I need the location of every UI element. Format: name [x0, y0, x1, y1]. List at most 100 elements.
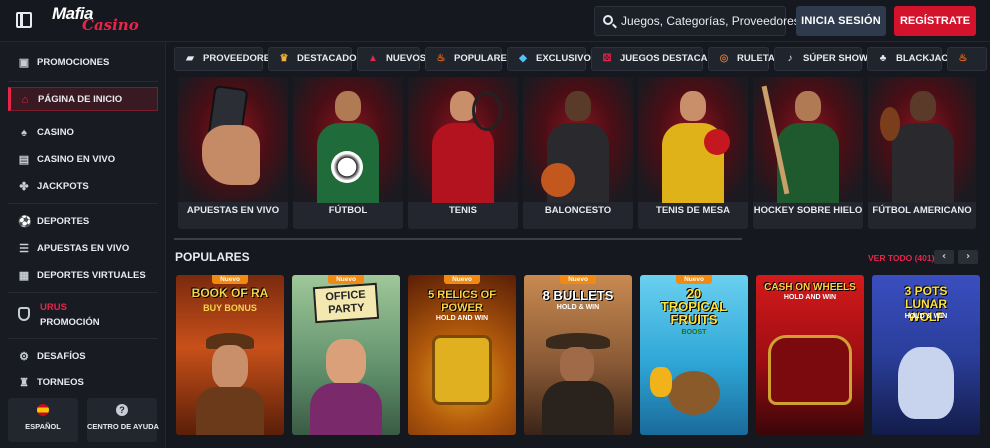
- american-football-icon: [880, 107, 900, 141]
- new-badge: Nuevo: [444, 275, 480, 284]
- sport-tile-apuestas-en-vivo[interactable]: APUESTAS EN VIVO: [178, 77, 288, 229]
- view-all-link[interactable]: VER TODO (401): [868, 253, 934, 263]
- sidebar-item-label: TORNEOS: [37, 377, 84, 388]
- category-exclusivos[interactable]: ◆ EXCLUSIVOS: [507, 47, 597, 71]
- help-label: CENTRO DE AYUDA: [87, 422, 159, 431]
- sidebar-item-label: DESAFÍOS: [37, 351, 86, 362]
- search-placeholder: Juegos, Categorías, Proveedores: [621, 14, 800, 28]
- sidebar-item-jackpots[interactable]: ✤ JACKPOTS: [8, 175, 158, 199]
- pineapple-icon: [650, 367, 672, 397]
- sidebar-item-torneos[interactable]: ♜ TORNEOS: [8, 371, 158, 395]
- sidebar-item-promociones[interactable]: ▣ PROMOCIONES: [8, 51, 158, 75]
- sidebar-item-urus-promocion[interactable]: URUS PROMOCIÓN: [8, 297, 158, 335]
- category-label: PROVEEDORES: [203, 53, 277, 64]
- game-subtitle: HOLD & WIN: [904, 313, 948, 320]
- game-card-20-tropical-fruits[interactable]: Nuevo 20 TROPICAL FRUITS BOOST: [640, 275, 748, 435]
- category-proveedores[interactable]: ▰ PROVEEDORES: [174, 47, 276, 71]
- dice-icon: ⚄: [602, 53, 612, 64]
- sidebar-item-home[interactable]: ⌂ PÁGINA DE INICIO: [8, 87, 158, 111]
- sport-tile-futbol-americano[interactable]: FÚTBOL AMERICANO: [868, 77, 976, 229]
- game-title: 20 TROPICAL FRUITS: [660, 286, 728, 327]
- game-subtitle: BUY BONUS: [203, 303, 257, 313]
- player-head-icon: [680, 91, 706, 121]
- ping-pong-paddle-icon: [704, 129, 730, 155]
- sidebar-item-label: CASINO EN VIVO: [37, 154, 116, 165]
- providers-icon: ▰: [186, 53, 194, 64]
- coconut-icon: [668, 371, 720, 415]
- sidebar-item-label: APUESTAS EN VIVO: [37, 243, 130, 254]
- sport-tile-futbol[interactable]: FÚTBOL: [293, 77, 403, 229]
- category-nuevos[interactable]: ▲ NUEVOS: [357, 47, 426, 71]
- soccer-ball-icon: ⚽: [18, 216, 32, 228]
- sidebar-item-deportes-virtuales[interactable]: ▦ DEPORTES VIRTUALES: [8, 264, 158, 288]
- game-card-5-relics-of-power[interactable]: Nuevo 5 RELICS OF POWER HOLD AND WIN: [408, 275, 516, 435]
- game-card-8-bullets[interactable]: Nuevo 8 BULLETS HOLD & WIN: [524, 275, 632, 435]
- game-title: 5 RELICS OF POWER: [428, 289, 496, 314]
- game-title: BOOK OF RA: [191, 286, 269, 300]
- search-input[interactable]: Juegos, Categorías, Proveedores: [594, 6, 800, 36]
- lamborghini-icon: [18, 307, 30, 321]
- sidebar-item-casino[interactable]: ♠ CASINO: [8, 121, 158, 145]
- sport-label: BALONCESTO: [544, 205, 612, 216]
- category-blackjack[interactable]: ♣ BLACKJACK: [867, 47, 955, 71]
- sidebar-item-label: PROMOCIONES: [37, 57, 110, 68]
- sidebar-item-deportes[interactable]: ⚽ DEPORTES: [8, 210, 158, 234]
- language-label: ESPAÑOL: [25, 422, 61, 431]
- sidebar-item-desafios[interactable]: ⚙ DESAFÍOS: [8, 345, 158, 369]
- login-button[interactable]: INICIA SESIÓN: [796, 6, 886, 36]
- wolf-icon: [898, 347, 954, 419]
- urus-title: URUS: [40, 302, 67, 313]
- sport-tile-baloncesto[interactable]: BALONCESTO: [523, 77, 633, 229]
- sidebar-item-apuestas-en-vivo[interactable]: ☰ APUESTAS EN VIVO: [8, 237, 158, 261]
- game-subtitle: HOLD & WIN: [556, 304, 600, 311]
- sport-image: [523, 77, 633, 203]
- category-populares[interactable]: ♨ POPULARES: [425, 47, 513, 71]
- sport-tile-tenis[interactable]: TENIS: [408, 77, 518, 229]
- new-badge: Nuevo: [328, 275, 364, 284]
- game-title: OFFICE PARTY: [312, 282, 380, 324]
- category-more[interactable]: ♨: [947, 47, 987, 71]
- soccer-ball-icon: [331, 151, 363, 183]
- category-super-shows[interactable]: ♪ SÚPER SHOWS: [774, 47, 874, 71]
- language-button[interactable]: ESPAÑOL: [8, 398, 78, 442]
- sport-image: [638, 77, 748, 203]
- sidebar-item-casino-en-vivo[interactable]: ▤ CASINO EN VIVO: [8, 148, 158, 172]
- sport-image: [753, 77, 863, 203]
- logo[interactable]: Mafia Casino: [52, 5, 139, 37]
- game-card-3-pots-lunar-wolf[interactable]: 3 POTS LUNAR WOLF HOLD & WIN: [872, 275, 980, 435]
- cards-icon: ♣: [879, 53, 887, 64]
- sport-label: TENIS DE MESA: [656, 205, 730, 216]
- sport-label: FÚTBOL: [328, 205, 368, 216]
- sport-tile-hockey[interactable]: HOCKEY SOBRE HIELO: [753, 77, 863, 229]
- category-ruleta[interactable]: ◎ RULETA: [708, 47, 775, 71]
- character-face-icon: [560, 347, 594, 383]
- urus-subtitle: PROMOCIÓN: [40, 317, 100, 328]
- live-bets-icon: ☰: [19, 243, 29, 255]
- category-label: SÚPER SHOWS: [803, 53, 875, 64]
- crown-icon: ♛: [279, 53, 289, 64]
- category-juegos-destacados[interactable]: ⚄ JUEGOS DESTACADOS: [591, 47, 728, 71]
- basketball-icon: [541, 163, 575, 197]
- sport-image: [408, 77, 518, 203]
- category-label: POPULARES: [454, 53, 514, 64]
- player-head-icon: [910, 91, 936, 121]
- game-card-book-of-ra[interactable]: Nuevo BOOK OF RA BUY BONUS: [176, 275, 284, 435]
- section-divider: [174, 238, 742, 240]
- section-title: POPULARES: [175, 250, 250, 264]
- sidebar-toggle-icon[interactable]: [16, 12, 32, 28]
- game-card-office-party[interactable]: Nuevo OFFICE PARTY: [292, 275, 400, 435]
- player-head-icon: [795, 91, 821, 121]
- game-card-cash-on-wheels[interactable]: CASH ON WHEELS HOLD AND WIN: [756, 275, 864, 435]
- roulette-icon: ◎: [719, 53, 729, 64]
- fire-icon: ♨: [958, 53, 968, 64]
- sidebar-item-label: CASINO: [37, 127, 74, 138]
- sidebar-item-label: JACKPOTS: [37, 181, 89, 192]
- next-arrow-icon[interactable]: ›: [958, 250, 978, 264]
- spain-flag-icon: [37, 404, 49, 416]
- prev-arrow-icon[interactable]: ‹: [934, 250, 954, 264]
- category-destacados[interactable]: ♛ DESTACADOS: [268, 47, 363, 71]
- sport-tile-tenis-de-mesa[interactable]: TENIS DE MESA: [638, 77, 748, 229]
- register-button[interactable]: REGÍSTRATE: [894, 6, 976, 36]
- help-center-button[interactable]: ? CENTRO DE AYUDA: [87, 398, 159, 442]
- player-body-icon: [892, 123, 954, 203]
